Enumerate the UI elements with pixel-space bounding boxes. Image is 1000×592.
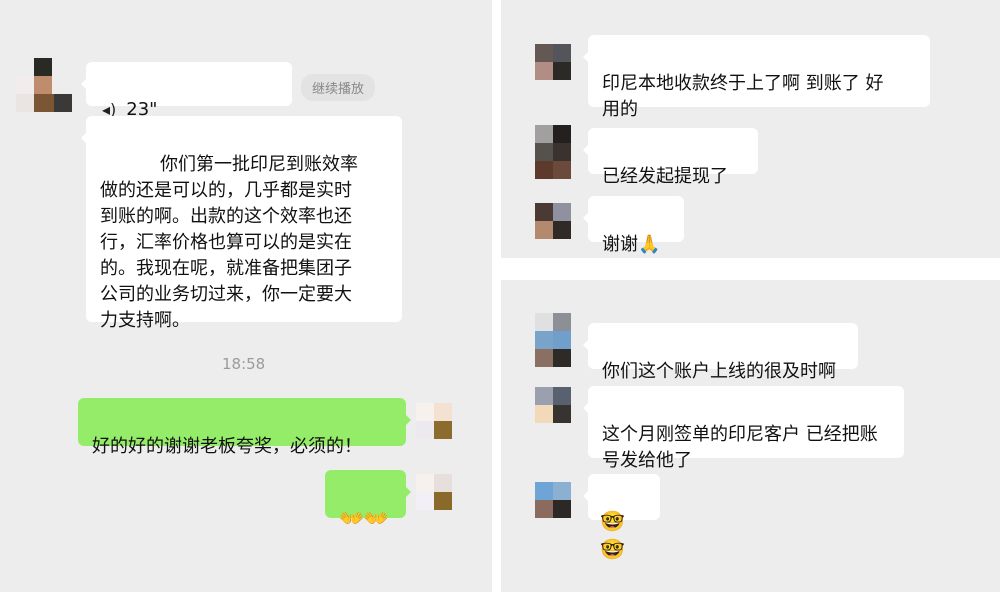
avatar[interactable] [535, 203, 571, 239]
nerd-face-emoji: 🤓🤓 [600, 509, 625, 561]
censor-block [100, 156, 160, 174]
avatar[interactable] [535, 313, 571, 367]
message-text: 这个月刚签单的印尼客户 已经把账 号发给他了 [602, 424, 878, 471]
message-text: 谢谢🙏 [602, 234, 661, 255]
message-text: 印尼本地收款终于上了啊 到账了 好 用的 [602, 73, 884, 120]
clap-emoji: 👐👐 [339, 506, 389, 530]
outgoing-emoji-bubble[interactable]: 👐👐 [325, 470, 411, 530]
chat-panel-left: ◂) 23" 继续播放 你们第一批印尼到账效率 做的还是可以的，几乎都是实时 到… [0, 0, 492, 592]
avatar-fragment [36, 94, 72, 112]
outgoing-message-bubble[interactable]: 好的好的谢谢老板夸奖，必须的！ [78, 398, 411, 457]
message-text: 你们第一批印尼到账效率 做的还是可以的，几乎都是实时 到账的啊。出款的这个效率也… [100, 154, 358, 331]
message-text: 已经发起提现了 [602, 166, 728, 187]
resume-playback-button[interactable]: 继续播放 [301, 74, 376, 101]
message-bubble[interactable]: 这个月刚签单的印尼客户 已经把账 号发给他了 [583, 386, 904, 471]
message-bubble[interactable]: 谢谢🙏 [583, 196, 684, 255]
message-bubble[interactable]: 印尼本地收款终于上了啊 到账了 好 用的 [583, 35, 930, 120]
avatar[interactable] [535, 44, 571, 80]
message-bubble[interactable]: 已经发起提现了 [583, 128, 758, 187]
voice-message-bubble[interactable]: ◂) 23" [81, 62, 292, 120]
emoji-message-bubble[interactable]: 🤓🤓 [583, 474, 660, 561]
avatar[interactable] [535, 482, 571, 518]
avatar-self[interactable] [416, 474, 452, 528]
avatar[interactable] [535, 125, 571, 179]
message-bubble[interactable]: 你们第一批印尼到账效率 做的还是可以的，几乎都是实时 到账的啊。出款的这个效率也… [81, 116, 402, 331]
message-bubble[interactable]: 你们这个账户上线的很及时啊 [583, 323, 858, 382]
message-text: 好的好的谢谢老板夸奖，必须的！ [92, 436, 362, 457]
timestamp: 18:58 [222, 355, 266, 373]
avatar-self[interactable] [416, 403, 452, 439]
avatar[interactable] [535, 387, 571, 441]
chat-panel-right-bottom: 你们这个账户上线的很及时啊 这个月刚签单的印尼客户 已经把账 号发给他了 🤓🤓 [501, 280, 1000, 592]
message-text: 你们这个账户上线的很及时啊 [602, 361, 836, 382]
avatar-fragment [416, 439, 452, 457]
chat-panel-right-top: 印尼本地收款终于上了啊 到账了 好 用的 已经发起提现了 谢谢🙏 [501, 0, 1000, 258]
